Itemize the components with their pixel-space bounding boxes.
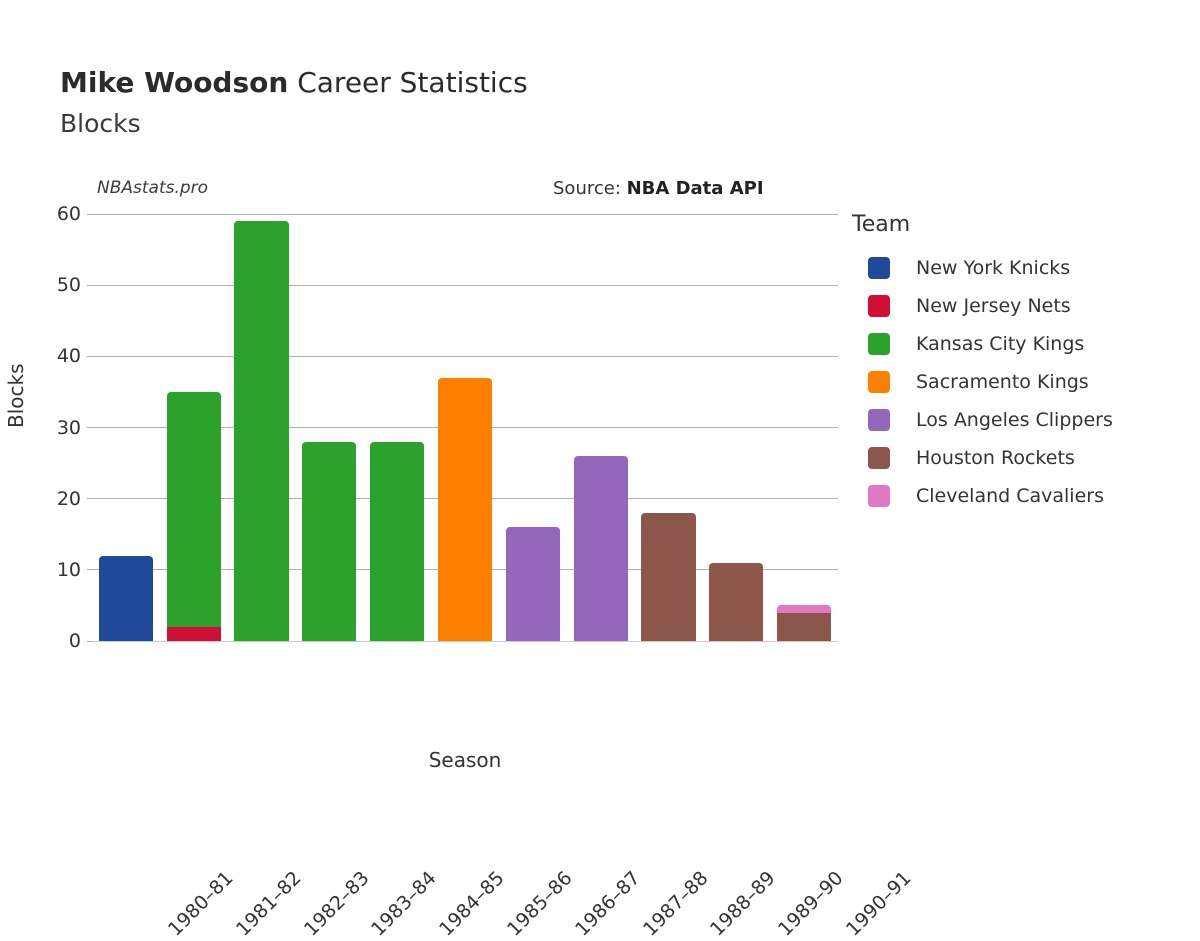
bar-1980-81[interactable] <box>98 555 154 641</box>
legend-title: Team <box>852 212 911 237</box>
bar-segment[interactable] <box>573 455 628 641</box>
x-axis-tick-label: 1990–91 <box>842 867 916 941</box>
bar-segment[interactable] <box>505 527 560 641</box>
legend-swatch-icon <box>868 371 890 393</box>
x-axis-tick-label: 1986–87 <box>570 867 645 941</box>
source-label: Source: <box>553 178 627 199</box>
legend-item-label: Los Angeles Clippers <box>916 409 1113 431</box>
x-axis-tick-label: 1985–86 <box>503 867 577 941</box>
legend-swatch-icon <box>868 409 890 431</box>
x-axis-tick-label: 1984–85 <box>435 867 509 941</box>
bar-segment[interactable] <box>234 221 289 641</box>
x-axis-tick-label: 1983–84 <box>367 867 441 941</box>
y-axis-tick <box>87 284 92 286</box>
bar-1985-86[interactable] <box>437 377 493 641</box>
x-axis-tick-label: 1981–82 <box>231 867 306 941</box>
bar-1983-84[interactable] <box>302 441 357 641</box>
y-axis-tick <box>87 498 92 500</box>
y-axis-tick <box>87 427 92 428</box>
bar-1987-88[interactable] <box>573 455 628 641</box>
y-axis-tick <box>87 355 92 357</box>
legend-item[interactable]: Sacramento Kings <box>868 363 1192 401</box>
gridline <box>92 213 838 215</box>
legend-swatch-icon <box>868 295 890 317</box>
legend-item-label: Sacramento Kings <box>916 371 1089 393</box>
bar-segment[interactable] <box>166 391 221 627</box>
bar-segment[interactable] <box>302 441 357 641</box>
y-axis-label: Blocks <box>4 363 28 428</box>
y-axis-tick-label: 0 <box>68 630 81 652</box>
legend-swatch-icon <box>868 447 890 469</box>
bar-1989-90[interactable] <box>709 562 764 641</box>
legend-item-label: New York Knicks <box>916 257 1071 279</box>
legend-item-label: Cleveland Cavaliers <box>916 485 1104 507</box>
bar-1984-85[interactable] <box>370 441 425 641</box>
chart-subtitle: Blocks <box>60 109 141 138</box>
legend-item[interactable]: Los Angeles Clippers <box>868 401 1192 439</box>
y-axis-tick-label: 30 <box>56 416 81 439</box>
legend-item[interactable]: Cleveland Cavaliers <box>868 477 1192 515</box>
legend-item[interactable]: Kansas City Kings <box>868 325 1192 363</box>
legend-item[interactable]: Houston Rockets <box>868 439 1192 477</box>
y-axis-tick-label: 20 <box>56 487 81 510</box>
y-axis-tick-label: 50 <box>56 274 81 297</box>
gridline <box>92 355 838 357</box>
legend-swatch-icon <box>868 257 890 279</box>
athlete-name: Mike Woodson <box>60 66 289 99</box>
legend-swatch-icon <box>868 333 890 355</box>
watermark: NBAstats.pro <box>97 178 209 198</box>
bar-1981-82[interactable] <box>166 391 221 641</box>
bar-1986-87[interactable] <box>505 527 560 641</box>
legend-items: New York Knicks New Jersey Nets Kansas Cit… <box>852 249 1192 515</box>
legend-swatch-icon <box>868 485 890 507</box>
x-axis-tick-label: 1989–90 <box>774 867 848 941</box>
bar-chart-plot-area: 0 10 20 30 40 50 60 1980–81 1981–82 1982–83 1983–8… <box>57 203 916 941</box>
source-attribution: Source: NBA Data API <box>553 178 764 199</box>
source-value: NBA Data API <box>626 178 764 199</box>
legend-item-label: Houston Rockets <box>916 447 1075 469</box>
title-suffix: Career Statistics <box>288 66 528 99</box>
x-axis-tick-label: 1982–83 <box>299 867 374 941</box>
bar-segment[interactable] <box>370 441 425 641</box>
bar-segment[interactable] <box>776 612 832 641</box>
bar-segment[interactable] <box>709 562 764 641</box>
legend-item-label: Kansas City Kings <box>916 333 1085 355</box>
y-axis-tick-label: 60 <box>56 203 81 225</box>
y-axis-tick-label: 40 <box>56 345 81 368</box>
bar-segment[interactable] <box>641 512 696 641</box>
legend-item-label: New Jersey Nets <box>916 295 1071 317</box>
gridline <box>92 284 838 286</box>
x-axis-line <box>92 641 838 642</box>
chart-header: Mike Woodson Career Statistics Blocks <box>60 66 860 140</box>
bar-1982-83[interactable] <box>234 221 289 641</box>
bar-segment[interactable] <box>776 605 832 613</box>
page-title: Mike Woodson Career Statistics <box>60 66 860 100</box>
bar-1990-91[interactable] <box>776 605 832 641</box>
legend-item[interactable]: New Jersey Nets <box>868 287 1192 325</box>
x-axis-label: Season <box>428 748 502 772</box>
x-axis-tick-label: 1988–89 <box>706 867 781 941</box>
y-axis-tick <box>87 569 92 571</box>
bar-segment[interactable] <box>166 626 221 641</box>
bar-segment[interactable] <box>437 377 493 641</box>
bar-segment[interactable] <box>98 555 154 641</box>
legend-item[interactable]: New York Knicks <box>868 249 1192 287</box>
legend: Team New York Knicks New Jersey Nets Kansa… <box>852 212 1192 515</box>
x-axis-tick-label: 1987–88 <box>638 867 713 941</box>
x-axis-tick-label: 1980–81 <box>163 867 238 941</box>
bar-1988-89[interactable] <box>641 512 696 641</box>
y-axis-tick <box>87 213 92 215</box>
y-axis-tick-label: 10 <box>56 558 81 581</box>
